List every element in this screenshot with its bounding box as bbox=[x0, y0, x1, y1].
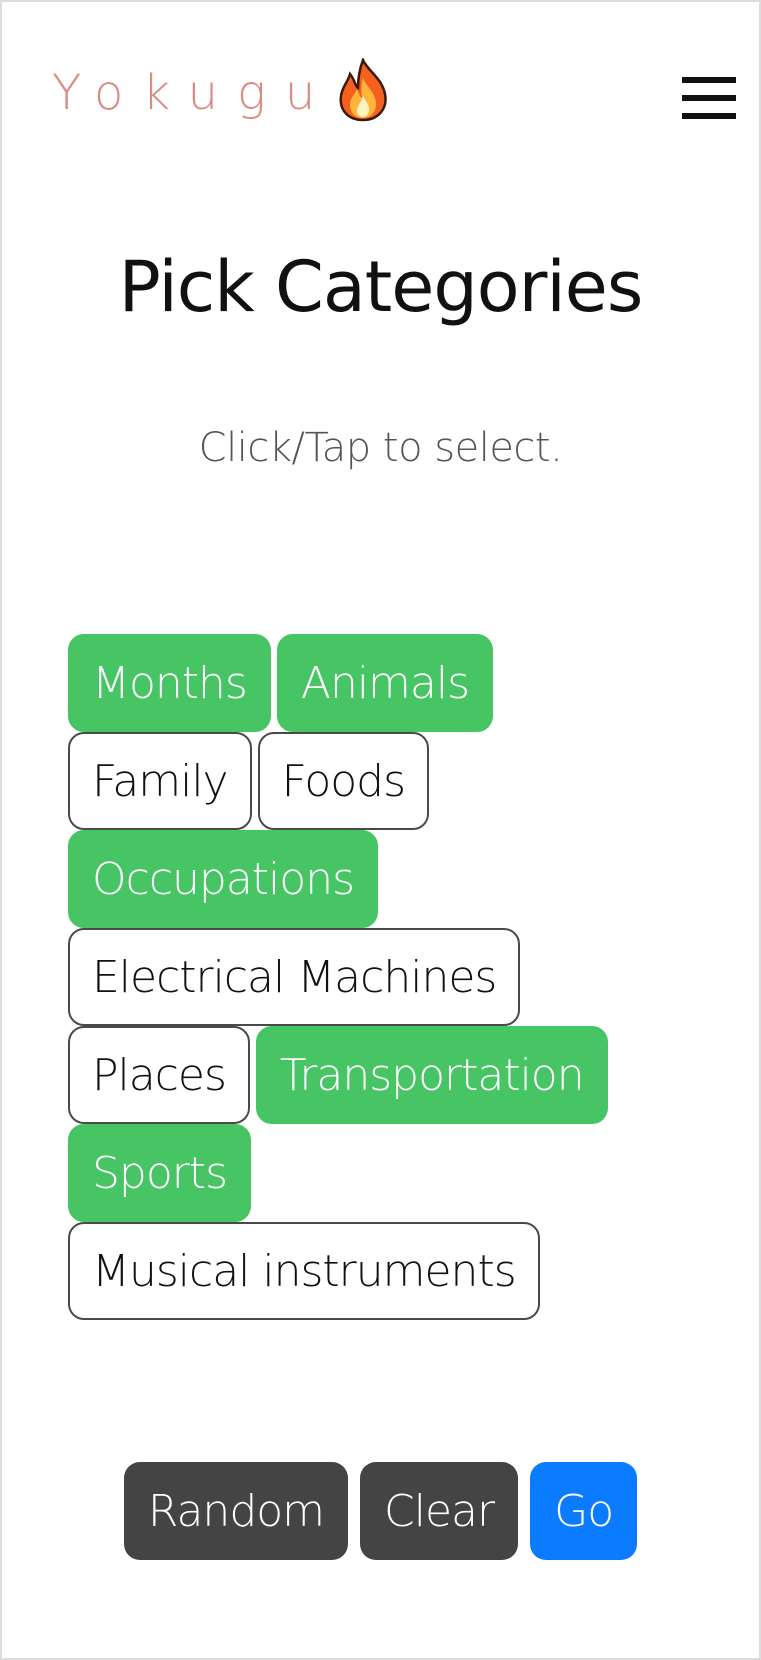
category-electrical-machines[interactable]: Electrical Machines bbox=[68, 928, 521, 1026]
page-subtitle: Click/Tap to select. bbox=[198, 425, 563, 471]
menu-bar bbox=[682, 95, 736, 101]
category-row: Occupations bbox=[68, 830, 688, 928]
hamburger-menu-icon[interactable] bbox=[682, 77, 736, 119]
category-sports[interactable]: Sports bbox=[68, 1124, 252, 1222]
page-title: Pick Categories bbox=[118, 246, 644, 328]
clear-button[interactable]: Clear bbox=[360, 1462, 519, 1560]
category-row: Electrical Machines bbox=[68, 928, 688, 1026]
category-animals[interactable]: Animals bbox=[276, 634, 494, 732]
category-foods[interactable]: Foods bbox=[257, 732, 430, 830]
category-row: Months Animals bbox=[68, 634, 688, 732]
category-family[interactable]: Family bbox=[68, 732, 252, 830]
category-row: Family Foods bbox=[68, 732, 688, 830]
random-button[interactable]: Random bbox=[123, 1462, 349, 1560]
category-transportation[interactable]: Transportation bbox=[255, 1026, 608, 1124]
category-months[interactable]: Months bbox=[68, 634, 271, 732]
logo-text: Yokugu bbox=[52, 65, 335, 121]
menu-bar bbox=[682, 77, 736, 83]
go-button[interactable]: Go bbox=[530, 1462, 638, 1560]
logo[interactable]: Yokugu bbox=[52, 58, 390, 122]
category-list: Months Animals Family Foods Occupations … bbox=[68, 634, 688, 1320]
category-row: Musical instruments bbox=[68, 1222, 688, 1320]
app-frame: Yokugu Pick Categories Click/Tap to sele… bbox=[0, 0, 761, 1660]
category-occupations[interactable]: Occupations bbox=[68, 830, 379, 928]
category-musical-instruments[interactable]: Musical instruments bbox=[68, 1222, 540, 1320]
menu-bar bbox=[682, 113, 736, 119]
category-places[interactable]: Places bbox=[68, 1026, 250, 1124]
action-bar: Random Clear Go bbox=[2, 1462, 759, 1560]
category-row: Sports bbox=[68, 1124, 688, 1222]
fire-icon bbox=[339, 58, 388, 122]
category-row: Places Transportation bbox=[68, 1026, 688, 1124]
